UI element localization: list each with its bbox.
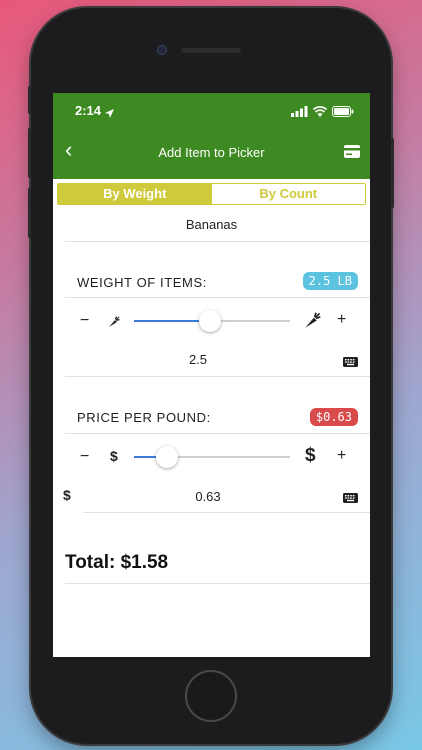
status-time: 2:14 bbox=[75, 103, 102, 118]
wifi-icon bbox=[312, 104, 328, 122]
status-bar: 2:14 bbox=[53, 93, 370, 127]
segment-by-weight[interactable]: By Weight bbox=[58, 184, 212, 204]
price-badge: $0.63 bbox=[309, 408, 358, 426]
mode-segmented-control: By Weight By Count bbox=[57, 183, 366, 205]
side-button-volume-down bbox=[28, 188, 31, 238]
divider bbox=[65, 376, 370, 377]
earpiece-speaker bbox=[181, 48, 241, 53]
segment-by-count[interactable]: By Count bbox=[211, 184, 365, 204]
weight-increment-button[interactable]: + bbox=[337, 311, 346, 329]
page-title: Add Item to Picker bbox=[158, 145, 265, 160]
weight-value-field[interactable]: 2.5 bbox=[148, 352, 248, 367]
side-button-power bbox=[391, 138, 394, 208]
side-button-silent bbox=[28, 86, 31, 114]
divider bbox=[65, 583, 370, 584]
home-button[interactable] bbox=[185, 670, 237, 722]
location-arrow-icon bbox=[105, 105, 114, 123]
side-button-volume-up bbox=[28, 128, 31, 178]
total-label: Total: $1.58 bbox=[65, 552, 169, 573]
weight-decrement-button[interactable]: − bbox=[80, 312, 89, 330]
keyboard-icon[interactable] bbox=[343, 490, 358, 508]
price-value-field[interactable]: 0.63 bbox=[158, 489, 258, 504]
divider bbox=[65, 241, 370, 242]
large-dollar-icon: $ bbox=[305, 445, 316, 466]
price-increment-button[interactable]: + bbox=[337, 447, 346, 465]
weight-slider-thumb[interactable] bbox=[199, 310, 222, 332]
weight-section-label: WEIGHT OF ITEMS: bbox=[77, 275, 207, 290]
weight-badge: 2.5 LB bbox=[302, 272, 358, 290]
price-slider-thumb[interactable] bbox=[155, 446, 178, 468]
large-carrot-icon bbox=[304, 312, 321, 334]
keyboard-icon[interactable] bbox=[343, 354, 358, 372]
price-decrement-button[interactable]: − bbox=[80, 448, 89, 466]
divider bbox=[65, 433, 370, 434]
price-section-label: PRICE PER POUND: bbox=[77, 410, 211, 425]
credit-card-icon[interactable] bbox=[344, 145, 360, 163]
front-camera bbox=[157, 45, 167, 55]
item-name: Bananas bbox=[185, 217, 238, 232]
small-carrot-icon bbox=[108, 315, 120, 333]
divider bbox=[83, 512, 370, 513]
battery-icon bbox=[332, 104, 354, 122]
navigation-bar: ‹ Add Item to Picker bbox=[53, 127, 370, 179]
currency-prefix: $ bbox=[63, 487, 71, 503]
divider bbox=[65, 297, 370, 298]
small-dollar-icon: $ bbox=[110, 448, 118, 464]
signal-icon bbox=[291, 104, 308, 122]
app-screen: 2:14 ‹ Add Item to Picker By Weight By C… bbox=[53, 93, 370, 657]
